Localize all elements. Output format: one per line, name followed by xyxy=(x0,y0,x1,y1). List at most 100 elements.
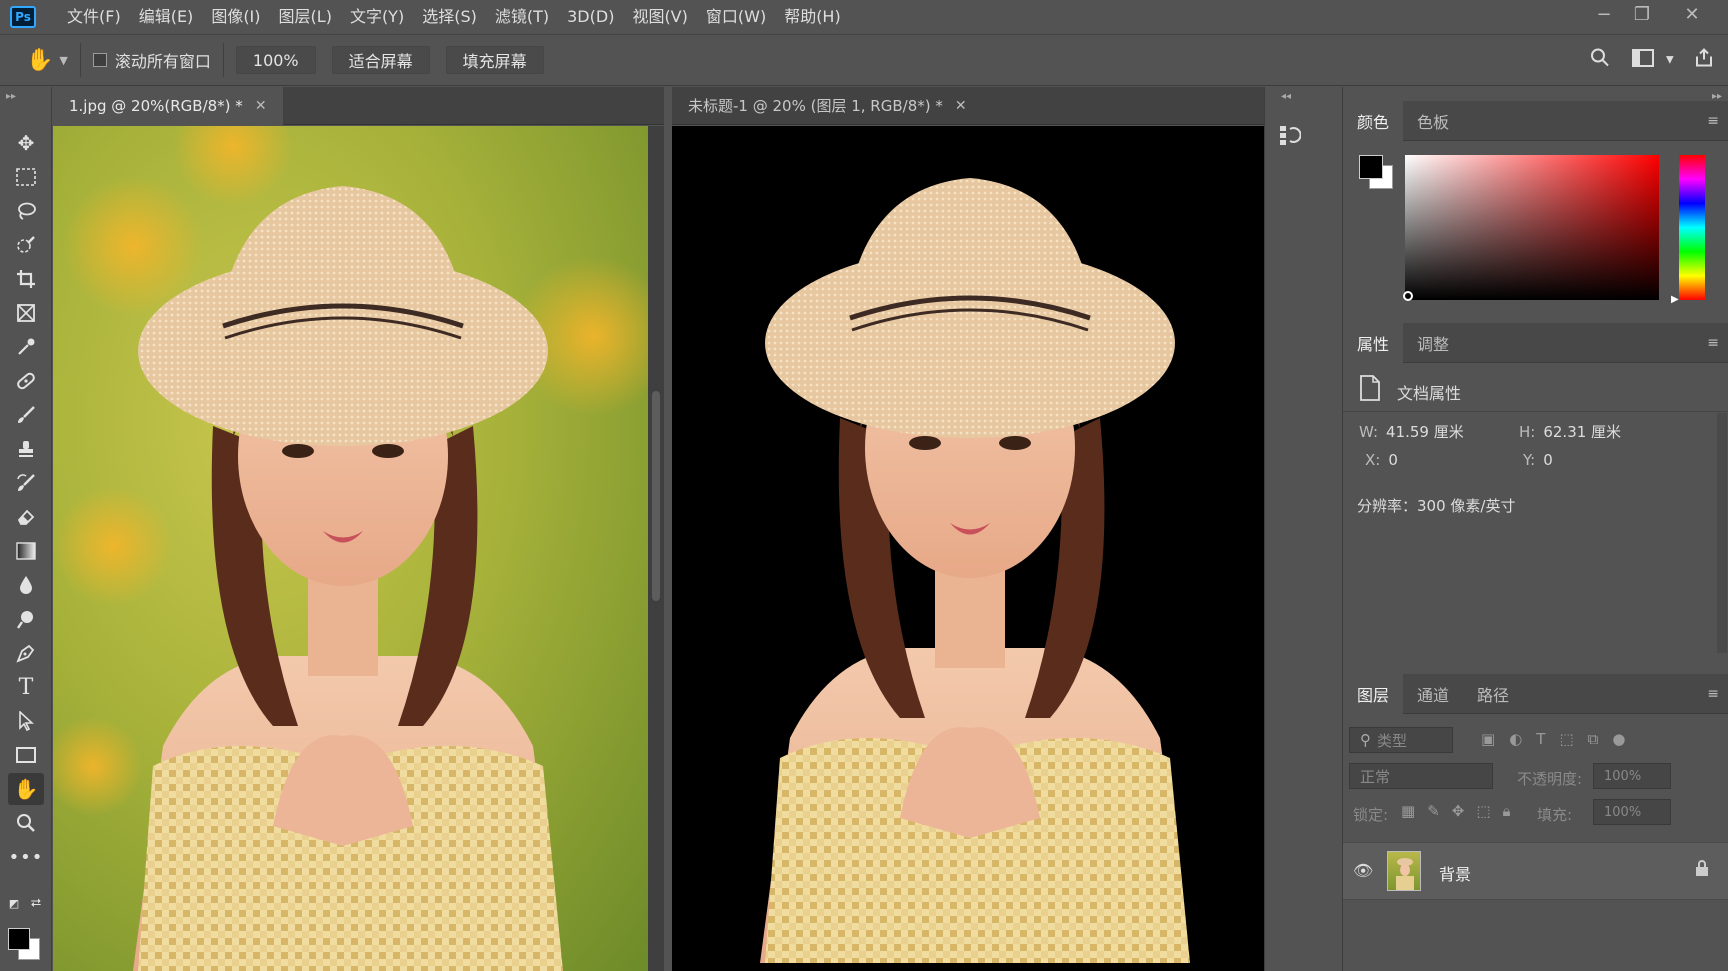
close-icon[interactable]: ✕ xyxy=(955,98,967,114)
menu-file[interactable]: 文件(F) xyxy=(58,0,130,34)
zoom-tool-icon[interactable] xyxy=(8,807,44,839)
history-panel-icon[interactable] xyxy=(1277,123,1302,147)
color-field[interactable] xyxy=(1405,155,1659,300)
properties-panel: 属性 调整 ≡ 文档属性 W: 41.59 厘米 H: 62.31 厘米 X: 0 Y… xyxy=(1343,322,1728,678)
menu-layer[interactable]: 图层(L) xyxy=(270,0,341,34)
menu-3d[interactable]: 3D(D) xyxy=(558,0,623,34)
chevron-down-icon[interactable]: ▼ xyxy=(59,54,67,67)
collapse-icon[interactable]: ◂◂ xyxy=(1281,91,1291,102)
layer-row[interactable]: 👁︎ 背景 xyxy=(1343,842,1728,900)
panel-scrollbar[interactable] xyxy=(1717,413,1727,653)
color-picker-cursor[interactable] xyxy=(1403,291,1413,301)
close-window-icon[interactable]: ✕ xyxy=(1672,0,1712,28)
chevron-down-icon[interactable]: ▼ xyxy=(1666,55,1674,66)
canvas-cutout[interactable] xyxy=(672,126,1264,971)
hand-tool-preset-icon[interactable]: ✋ xyxy=(26,48,53,73)
tab-layers[interactable]: 图层 xyxy=(1343,673,1404,714)
close-icon[interactable]: ✕ xyxy=(255,98,267,114)
move-tool-icon[interactable]: ✥ xyxy=(8,127,44,159)
x-field[interactable]: X: 0 xyxy=(1365,451,1398,469)
hue-slider-handle-icon[interactable]: ▶ xyxy=(1671,294,1679,305)
menu-window[interactable]: 窗口(W) xyxy=(697,0,775,34)
type-tool-icon[interactable]: T xyxy=(8,671,44,703)
brush-tool-icon[interactable] xyxy=(8,399,44,431)
search-icon[interactable] xyxy=(1590,48,1610,73)
panel-menu-icon[interactable]: ≡ xyxy=(1707,335,1719,351)
zoom-100-button[interactable]: 100% xyxy=(235,46,316,74)
fill-screen-button[interactable]: 填充屏幕 xyxy=(445,46,544,74)
menu-filter[interactable]: 滤镜(T) xyxy=(486,0,558,34)
filter-adjustment-icon[interactable]: ◐ xyxy=(1509,730,1522,748)
clone-stamp-tool-icon[interactable] xyxy=(8,433,44,465)
blend-mode-select[interactable]: 正常 xyxy=(1349,763,1493,789)
eraser-tool-icon[interactable] xyxy=(8,501,44,533)
y-field[interactable]: Y: 0 xyxy=(1523,451,1553,469)
tab-color[interactable]: 颜色 xyxy=(1343,100,1404,141)
tab-title: 未标题-1 @ 20% (图层 1, RGB/8*) * xyxy=(688,97,943,115)
tab-document-2[interactable]: 未标题-1 @ 20% (图层 1, RGB/8*) * ✕ xyxy=(672,87,983,125)
canvas-original[interactable] xyxy=(53,126,648,971)
workspace-icon[interactable] xyxy=(1632,48,1654,72)
filter-type-icon[interactable]: T xyxy=(1536,730,1545,748)
lasso-tool-icon[interactable] xyxy=(8,195,44,227)
lock-position-icon[interactable]: ✥ xyxy=(1452,802,1465,820)
minimize-icon[interactable]: − xyxy=(1584,0,1624,28)
tab-swatches[interactable]: 色板 xyxy=(1403,101,1463,141)
tab-channels[interactable]: 通道 xyxy=(1403,674,1463,714)
default-colors-icon[interactable]: ◩ xyxy=(4,895,24,911)
healing-brush-tool-icon[interactable] xyxy=(8,365,44,397)
hand-tool-icon[interactable]: ✋ xyxy=(8,773,44,805)
tab-adjustments[interactable]: 调整 xyxy=(1403,323,1463,363)
filter-toggle-icon[interactable]: ● xyxy=(1612,730,1625,748)
fg-color-chip[interactable] xyxy=(1359,155,1383,179)
panel-menu-icon[interactable]: ≡ xyxy=(1707,686,1719,702)
lock-all-icon[interactable]: 🔒︎ xyxy=(1503,802,1511,820)
hue-slider[interactable] xyxy=(1679,155,1705,300)
lock-pixels-icon[interactable]: ✎ xyxy=(1427,802,1440,820)
layer-filter-select[interactable]: ⚲ 类型 xyxy=(1349,727,1453,753)
fill-input[interactable]: 100% xyxy=(1593,799,1671,825)
eyedropper-tool-icon[interactable] xyxy=(8,331,44,363)
path-selection-tool-icon[interactable] xyxy=(8,705,44,737)
scroll-all-checkbox[interactable] xyxy=(92,53,107,67)
tab-properties[interactable]: 属性 xyxy=(1343,322,1404,363)
scrollbar-thumb[interactable] xyxy=(652,391,660,601)
history-brush-tool-icon[interactable] xyxy=(8,467,44,499)
filter-pixel-icon[interactable]: ▣ xyxy=(1481,730,1495,748)
lock-transparency-icon[interactable]: ▦ xyxy=(1401,802,1415,820)
foreground-color-swatch[interactable] xyxy=(8,928,30,950)
visibility-eye-icon[interactable]: 👁︎ xyxy=(1353,861,1373,880)
fit-screen-button[interactable]: 适合屏幕 xyxy=(331,46,430,74)
share-icon[interactable] xyxy=(1694,48,1714,73)
menu-select[interactable]: 选择(S) xyxy=(413,0,486,34)
tab-document-1[interactable]: 1.jpg @ 20%(RGB/8*) * ✕ xyxy=(53,86,283,125)
panel-menu-icon[interactable]: ≡ xyxy=(1707,113,1719,129)
rectangle-tool-icon[interactable] xyxy=(8,739,44,771)
swap-colors-icon[interactable]: ⮂ xyxy=(26,895,46,911)
menu-view[interactable]: 视图(V) xyxy=(623,0,696,34)
tab-paths[interactable]: 路径 xyxy=(1463,674,1523,714)
pen-tool-icon[interactable] xyxy=(8,637,44,669)
gradient-tool-icon[interactable] xyxy=(8,535,44,567)
marquee-tool-icon[interactable] xyxy=(8,161,44,193)
width-field[interactable]: W: 41.59 厘米 xyxy=(1359,421,1464,442)
collapse-icon[interactable]: ▸▸ xyxy=(6,91,16,102)
more-tools-icon[interactable]: ••• xyxy=(8,841,44,873)
lock-artboard-icon[interactable]: ⬚ xyxy=(1476,802,1490,820)
opacity-input[interactable]: 100% xyxy=(1593,763,1671,789)
height-field[interactable]: H: 62.31 厘米 xyxy=(1519,421,1621,442)
crop-tool-icon[interactable] xyxy=(8,263,44,295)
filter-smart-object-icon[interactable]: ⧉ xyxy=(1588,730,1599,748)
filter-shape-icon[interactable]: ⬚ xyxy=(1559,730,1573,748)
quick-selection-tool-icon[interactable] xyxy=(8,229,44,261)
menu-type[interactable]: 文字(Y) xyxy=(341,0,413,34)
layers-panel-tabs: 图层 通道 路径 xyxy=(1343,673,1728,714)
blur-tool-icon[interactable] xyxy=(8,569,44,601)
dodge-tool-icon[interactable] xyxy=(8,603,44,635)
menu-image[interactable]: 图像(I) xyxy=(202,0,269,34)
restore-icon[interactable]: ❐ xyxy=(1622,0,1662,28)
menu-edit[interactable]: 编辑(E) xyxy=(130,0,203,34)
menu-help[interactable]: 帮助(H) xyxy=(775,0,850,34)
frame-tool-icon[interactable] xyxy=(8,297,44,329)
canvas-scrollbar[interactable] xyxy=(648,126,664,971)
